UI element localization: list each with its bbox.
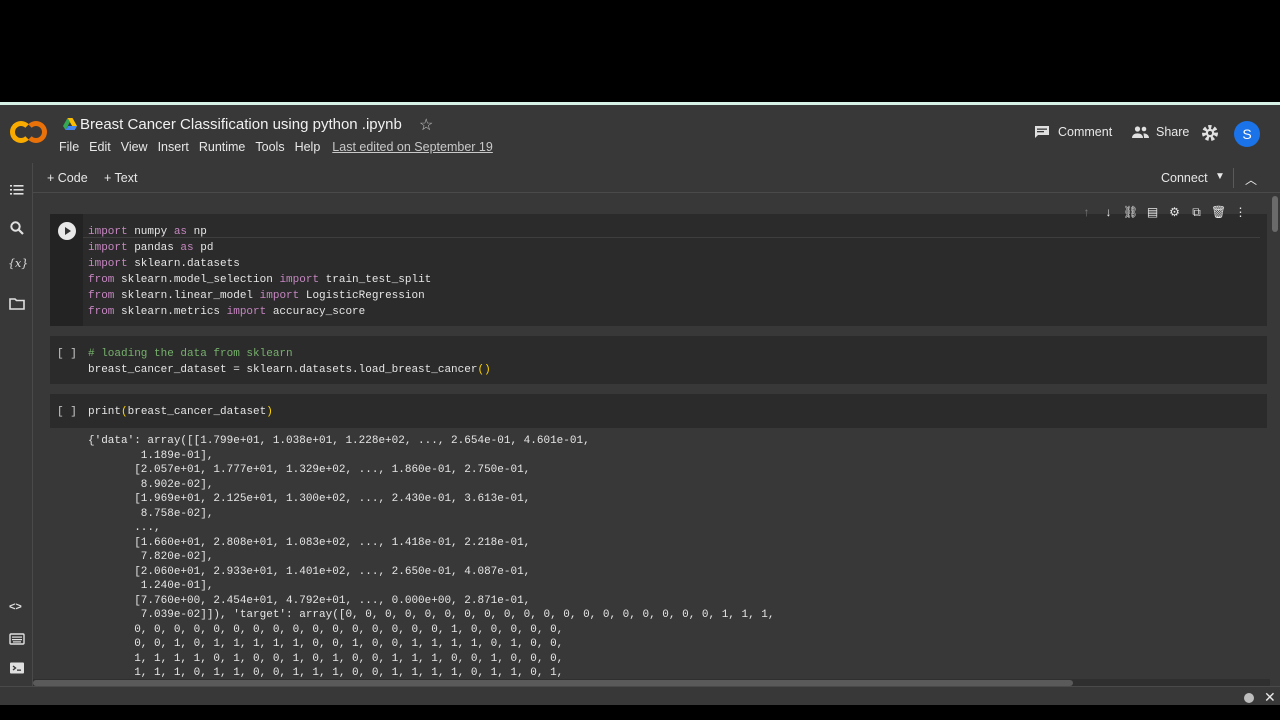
menu-help[interactable]: Help [295, 140, 321, 158]
avatar[interactable]: S [1234, 121, 1260, 147]
delete-icon[interactable]: 🗑 [1211, 205, 1226, 220]
terminal-icon[interactable] [9, 660, 25, 676]
link-icon[interactable]: ⛓ [1123, 205, 1138, 220]
menu-view[interactable]: View [121, 140, 148, 158]
status-bar: ✕ [0, 686, 1280, 705]
colab-logo[interactable] [10, 120, 48, 144]
comment-button[interactable]: Comment [1034, 125, 1112, 139]
close-icon[interactable]: ✕ [1264, 689, 1276, 705]
code-line: from sklearn.linear_model import Logisti… [88, 290, 425, 302]
toolbar-divider [1233, 168, 1234, 188]
last-edited-link[interactable]: Last edited on September 19 [332, 140, 493, 158]
run-cell-button[interactable] [58, 222, 76, 240]
star-icon[interactable]: ☆ [419, 115, 433, 135]
code-cell[interactable]: [ ] # loading the data from sklearn brea… [50, 336, 1267, 384]
search-icon[interactable] [9, 220, 25, 236]
code-line: from sklearn.model_selection import trai… [88, 274, 432, 286]
comment-icon [1035, 126, 1049, 138]
code-editor[interactable]: import numpy as np import pandas as pd i… [88, 224, 431, 320]
share-button[interactable]: Share [1132, 125, 1189, 139]
move-down-icon[interactable]: ↓ [1101, 205, 1116, 220]
run-cell-bracket[interactable]: [ ] [57, 346, 77, 362]
connect-button[interactable]: Connect [1161, 171, 1208, 185]
chevron-up-icon[interactable]: ︿ [1245, 171, 1257, 188]
menu-runtime[interactable]: Runtime [199, 140, 246, 158]
code-line: from sklearn.metrics import accuracy_sco… [88, 306, 366, 318]
menu-insert[interactable]: Insert [158, 140, 189, 158]
code-editor[interactable]: print(breast_cancer_dataset) [88, 404, 273, 420]
header: Breast Cancer Classification using pytho… [0, 105, 1280, 163]
cell-toolbar: ↑ ↓ ⛓ ▤ ⚙ ⧉ 🗑 ⋮ [1079, 205, 1248, 220]
drive-icon [63, 118, 77, 130]
comment-icon[interactable]: ▤ [1145, 205, 1160, 220]
share-label: Share [1156, 125, 1190, 139]
caret-down-icon[interactable]: ▼ [1215, 171, 1225, 182]
cell-output: {'data': array([[1.799e+01, 1.038e+01, 1… [88, 435, 775, 679]
menu-file[interactable]: File [59, 140, 79, 158]
mirror-icon[interactable]: ⧉ [1189, 205, 1204, 220]
command-palette-icon[interactable] [9, 631, 25, 647]
sidebar: {x} <> [0, 163, 33, 705]
toc-icon[interactable] [9, 182, 25, 198]
menu-bar: File Edit View Insert Runtime Tools Help… [59, 140, 503, 158]
variables-icon[interactable]: {x} [8, 257, 28, 273]
gear-icon[interactable] [1201, 124, 1219, 142]
add-text-button[interactable]: + Text [104, 171, 137, 185]
menu-tools[interactable]: Tools [255, 140, 284, 158]
status-indicator [1244, 693, 1254, 703]
code-cell[interactable]: [ ] print(breast_cancer_dataset) [50, 394, 1267, 428]
code-line: import sklearn.datasets [88, 258, 240, 270]
run-cell-bracket[interactable]: [ ] [57, 404, 77, 420]
code-snippets-icon[interactable]: <> [9, 601, 25, 617]
colab-window: Breast Cancer Classification using pytho… [0, 102, 1280, 705]
move-up-icon[interactable]: ↑ [1079, 205, 1094, 220]
folder-icon[interactable] [9, 296, 25, 312]
people-icon [1132, 126, 1149, 138]
scrollbar-thumb[interactable] [1272, 196, 1278, 232]
code-line: import numpy as np [88, 226, 207, 238]
comment-label: Comment [1058, 125, 1113, 139]
add-code-button[interactable]: + Code [47, 171, 88, 185]
code-comment: # loading the data from sklearn [88, 348, 293, 360]
code-line: import pandas as pd [88, 242, 214, 254]
more-icon[interactable]: ⋮ [1233, 205, 1248, 220]
notebook-toolbar: + Code + Text Connect ▼ ︿ [33, 163, 1280, 193]
code-editor[interactable]: # loading the data from sklearn breast_c… [88, 346, 491, 378]
vertical-scrollbar[interactable] [1270, 194, 1280, 682]
notebook-body: import numpy as np import pandas as pd i… [33, 194, 1280, 686]
code-line: breast_cancer_dataset = sklearn.datasets… [88, 364, 491, 376]
menu-edit[interactable]: Edit [89, 140, 111, 158]
code-cell[interactable]: import numpy as np import pandas as pd i… [50, 214, 1267, 326]
notebook-title[interactable]: Breast Cancer Classification using pytho… [80, 116, 402, 133]
settings-icon[interactable]: ⚙ [1167, 205, 1182, 220]
